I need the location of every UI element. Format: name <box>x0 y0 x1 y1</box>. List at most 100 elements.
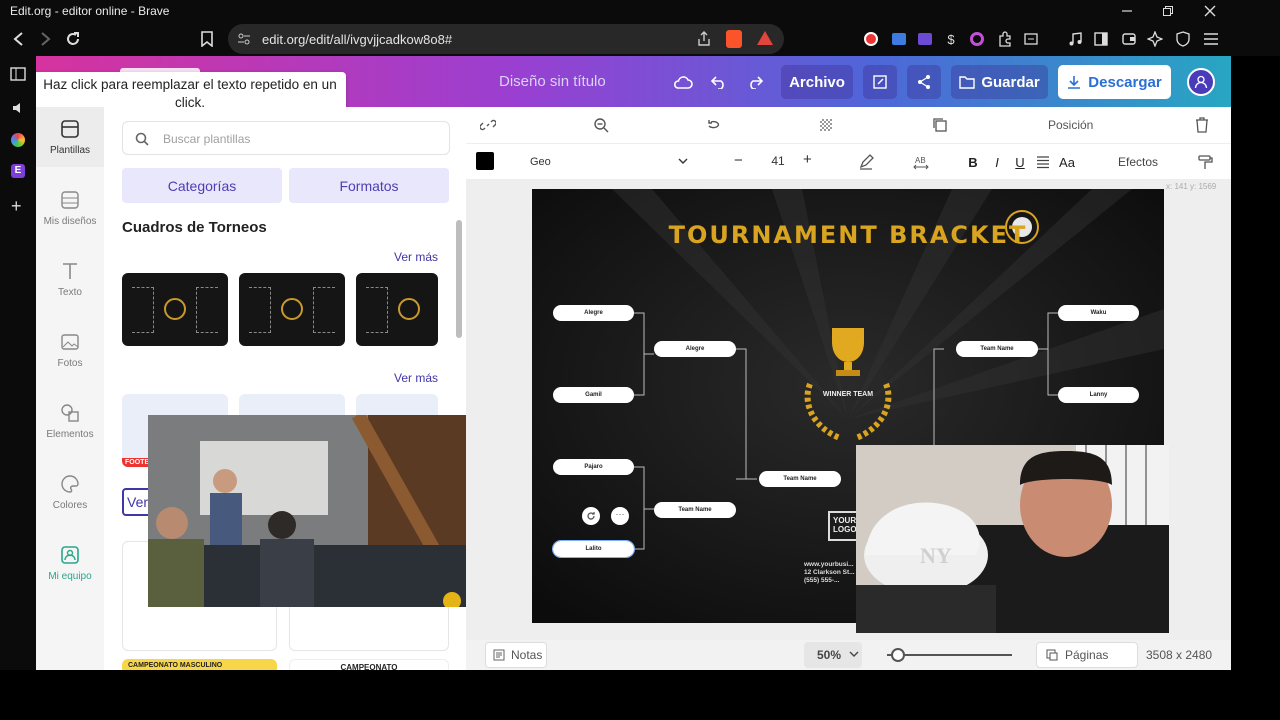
bracket-template-thumb[interactable] <box>122 273 228 346</box>
bracket-title[interactable]: TOURNAMENT BRACKET <box>532 221 1164 249</box>
rail-mi-equipo[interactable]: Mi equipo <box>36 533 104 593</box>
team-slot[interactable]: Alegre <box>654 341 736 357</box>
help-button[interactable]: ? <box>1223 642 1231 668</box>
cloud-save-button[interactable] <box>668 65 698 99</box>
wallet-icon[interactable] <box>1118 28 1140 50</box>
brave-shields-icon[interactable] <box>726 30 742 48</box>
underline-button[interactable]: U <box>1010 152 1030 172</box>
campeonato-thumb[interactable]: CAMPEONATO <box>289 659 449 670</box>
screenshot-icon[interactable] <box>1020 28 1042 50</box>
minimize-button[interactable] <box>1105 0 1149 22</box>
extension-icon[interactable] <box>888 28 910 50</box>
formatos-button[interactable]: Formatos <box>289 168 449 203</box>
reload-button[interactable] <box>62 28 84 50</box>
font-size-increase[interactable]: + <box>803 151 812 168</box>
team-slot[interactable]: Lanny <box>1058 387 1139 403</box>
redo-button[interactable] <box>741 65 769 99</box>
font-size-input[interactable]: 41 <box>763 154 793 168</box>
contact-info[interactable]: www.yourbusi... 12 Clarkson St... (555) … <box>804 561 855 585</box>
menu-icon[interactable] <box>1200 28 1222 50</box>
efectos-button[interactable]: Efectos <box>1118 155 1158 169</box>
add-panel-icon[interactable]: + <box>11 197 22 215</box>
audio-icon[interactable] <box>11 101 25 115</box>
music-icon[interactable] <box>1064 28 1086 50</box>
team-slot[interactable]: Waku <box>1058 305 1139 321</box>
rotate-handle[interactable] <box>582 507 600 525</box>
zoom-out-icon <box>594 118 609 133</box>
case-button[interactable]: Aa <box>1057 152 1077 172</box>
bookmark-button[interactable] <box>196 28 218 50</box>
highlight-button[interactable] <box>856 152 876 172</box>
document-title[interactable]: Diseño sin título <box>499 73 606 90</box>
categorias-button[interactable]: Categorías <box>122 168 282 203</box>
italic-button[interactable]: I <box>987 152 1007 172</box>
font-select[interactable]: Geo <box>524 150 694 174</box>
folder-icon <box>959 76 976 89</box>
team-slot[interactable]: Gamil <box>553 387 634 403</box>
paginas-button[interactable]: Páginas <box>1036 642 1138 668</box>
campeonato-thumb[interactable]: CAMPEONATO MASCULINO <box>122 659 277 670</box>
rail-mis-disenos[interactable]: Mis diseños <box>36 178 104 238</box>
close-window-button[interactable] <box>1188 0 1232 22</box>
rail-texto[interactable]: Texto <box>36 249 104 309</box>
text-color-swatch[interactable] <box>476 152 494 170</box>
rail-plantillas[interactable]: Plantillas <box>36 107 104 167</box>
color-extension-icon[interactable] <box>966 28 988 50</box>
archivo-button[interactable]: Archivo <box>781 65 853 99</box>
panel-scrollbar[interactable] <box>456 220 462 338</box>
edit-button[interactable] <box>863 65 897 99</box>
more-options-handle[interactable]: ··· <box>611 507 629 525</box>
transparency-button[interactable] <box>816 115 836 135</box>
back-button[interactable] <box>8 28 30 50</box>
team-slot[interactable]: Team Name <box>759 471 841 487</box>
zoom-slider-track[interactable] <box>887 654 1012 656</box>
vpn-shield-icon[interactable] <box>1172 28 1194 50</box>
rotate-button[interactable] <box>704 115 724 135</box>
bracket-template-thumb[interactable] <box>239 273 345 346</box>
team-slot[interactable]: Alegre <box>553 305 634 321</box>
bold-button[interactable]: B <box>963 152 983 172</box>
duplicate-button[interactable] <box>930 115 950 135</box>
brave-rewards-icon[interactable] <box>757 31 773 45</box>
zoom-out-button[interactable] <box>591 115 611 135</box>
zoom-select[interactable]: 50% <box>804 642 862 668</box>
puzzle-extensions-icon[interactable] <box>994 28 1016 50</box>
undo-button[interactable] <box>705 65 733 99</box>
zoom-slider-thumb[interactable] <box>891 648 906 662</box>
team-slot[interactable]: Team Name <box>654 502 736 518</box>
extension-icon[interactable] <box>914 28 936 50</box>
guardar-button[interactable]: Guardar <box>951 65 1048 99</box>
spacing-button[interactable]: AB <box>911 152 931 172</box>
align-button[interactable] <box>1033 152 1053 172</box>
ver-mas-link[interactable]: Ver más <box>394 250 438 264</box>
team-slot[interactable]: Pajaro <box>553 459 634 475</box>
rail-elementos[interactable]: Elementos <box>36 391 104 451</box>
sidebar-panel-icon[interactable] <box>10 67 26 81</box>
user-avatar[interactable] <box>1187 68 1215 96</box>
chrome-store-icon[interactable] <box>11 133 25 147</box>
sidebar-toggle-icon[interactable] <box>1090 28 1112 50</box>
bracket-template-thumb[interactable] <box>356 273 438 346</box>
dollar-icon[interactable]: $ <box>940 28 962 50</box>
rail-fotos[interactable]: Fotos <box>36 320 104 380</box>
edit-org-app-icon[interactable]: E <box>11 164 25 178</box>
descargar-button[interactable]: Descargar <box>1058 65 1171 99</box>
notas-button[interactable]: Notas <box>485 642 547 668</box>
team-slot-selected[interactable]: Lalito <box>552 540 635 558</box>
ver-mas-link[interactable]: Ver más <box>394 371 438 385</box>
share-button[interactable] <box>907 65 941 99</box>
link-button[interactable] <box>478 115 498 135</box>
template-search-input[interactable]: Buscar plantillas <box>122 121 450 155</box>
restore-button[interactable] <box>1146 0 1190 22</box>
format-painter-button[interactable] <box>1196 152 1216 172</box>
posicion-button[interactable]: Posición <box>1048 118 1093 132</box>
rail-colores[interactable]: Colores <box>36 462 104 522</box>
leo-ai-icon[interactable] <box>1144 28 1166 50</box>
address-bar[interactable]: edit.org/edit/all/ivgvjjcadkow8o8# <box>228 24 784 54</box>
winner-team-text[interactable]: WINNER TEAM <box>812 391 884 399</box>
forward-button[interactable] <box>34 28 56 50</box>
record-extension-icon[interactable] <box>860 28 882 50</box>
delete-button[interactable] <box>1192 115 1212 135</box>
team-slot[interactable]: Team Name <box>956 341 1038 357</box>
font-size-decrease[interactable]: − <box>734 152 743 169</box>
